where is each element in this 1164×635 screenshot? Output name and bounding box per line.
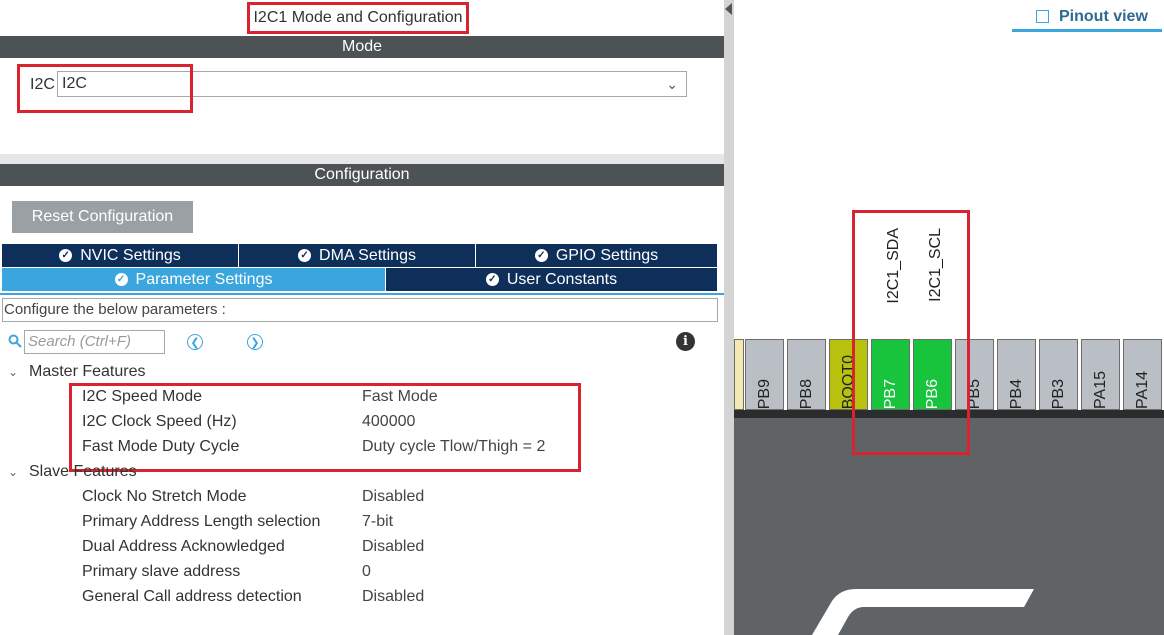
info-icon[interactable]: i: [676, 332, 695, 351]
param-name: Primary Address Length selection: [82, 513, 321, 530]
next-icon[interactable]: ❯: [247, 334, 263, 350]
group-slave-features[interactable]: ⌄ Slave Features: [8, 463, 137, 481]
pinout-view-tab[interactable]: Pinout view: [1059, 8, 1148, 26]
tab-gpio-settings[interactable]: ✓ GPIO Settings: [476, 244, 717, 267]
pin-label: PB3: [1049, 378, 1067, 409]
pin-label: PB8: [797, 378, 815, 409]
instruction-text: Configure the below parameters :: [2, 298, 718, 322]
pin-label: PB9: [755, 378, 773, 409]
param-name: Dual Address Acknowledged: [82, 538, 285, 555]
pin-label: PB4: [1007, 378, 1025, 409]
highlight-master-params: [69, 383, 581, 472]
panel-title: I2C1 Mode and Configuration: [247, 2, 469, 34]
group-label: Master Features: [29, 363, 146, 380]
configuration-header: Configuration: [0, 164, 724, 186]
check-icon: ✓: [59, 249, 73, 262]
pin-pa15[interactable]: PA15: [1081, 339, 1120, 410]
chevron-down-icon[interactable]: ⌄: [666, 72, 678, 96]
tab-dma-settings[interactable]: ✓ DMA Settings: [239, 244, 476, 267]
mode-header: Mode: [0, 36, 724, 58]
highlight-mode-select: [17, 64, 193, 113]
check-icon: ✓: [534, 249, 548, 262]
group-master-features[interactable]: ⌄ Master Features: [8, 363, 145, 381]
pin-pb9[interactable]: PB9: [745, 339, 784, 410]
tab-label: DMA Settings: [319, 246, 416, 264]
param-value[interactable]: 0: [362, 563, 371, 581]
param-value[interactable]: Disabled: [362, 538, 424, 556]
divider: [0, 154, 724, 164]
search-input[interactable]: Search (Ctrl+F): [24, 330, 165, 354]
tab-label: Parameter Settings: [135, 270, 273, 288]
pin-label: PA15: [1091, 371, 1109, 409]
st-logo-fragment: [812, 589, 1034, 635]
tab-label: GPIO Settings: [555, 246, 659, 264]
pin-pb4[interactable]: PB4: [997, 339, 1036, 410]
param-name: General Call address detection: [82, 588, 302, 605]
pin-label: PA14: [1133, 371, 1151, 409]
tab-label: User Constants: [506, 270, 618, 288]
check-icon: ✓: [298, 249, 312, 262]
pinout-tab-underline: [1012, 29, 1162, 32]
param-value[interactable]: 7-bit: [362, 513, 393, 531]
tab-parameter-settings[interactable]: ✓ Parameter Settings: [2, 268, 386, 291]
tab-label: NVIC Settings: [80, 246, 181, 264]
tabs-underline: [0, 293, 724, 295]
pin-partial[interactable]: [734, 339, 744, 410]
search-icon[interactable]: [8, 334, 22, 348]
param-value[interactable]: Disabled: [362, 488, 424, 506]
pane-splitter[interactable]: [724, 0, 734, 635]
previous-icon[interactable]: ❮: [187, 334, 203, 350]
reset-configuration-button[interactable]: Reset Configuration: [12, 201, 193, 233]
chip-icon: [1036, 10, 1049, 23]
check-icon: ✓: [114, 273, 128, 286]
param-name: Clock No Stretch Mode: [82, 488, 247, 505]
collapse-chevron-icon[interactable]: ⌄: [8, 365, 22, 379]
pin-pb3[interactable]: PB3: [1039, 339, 1078, 410]
group-label: Slave Features: [29, 463, 137, 480]
highlight-i2c-pins: [852, 210, 970, 455]
collapse-arrow-icon[interactable]: [725, 3, 732, 15]
param-name: Primary slave address: [82, 563, 241, 580]
tab-nvic-settings[interactable]: ✓ NVIC Settings: [2, 244, 239, 267]
check-icon: ✓: [485, 273, 499, 286]
pin-pb8[interactable]: PB8: [787, 339, 826, 410]
collapse-chevron-icon[interactable]: ⌄: [8, 465, 22, 479]
param-value[interactable]: Disabled: [362, 588, 424, 606]
pin-pa14[interactable]: PA14: [1123, 339, 1162, 410]
tab-user-constants[interactable]: ✓ User Constants: [386, 268, 717, 291]
